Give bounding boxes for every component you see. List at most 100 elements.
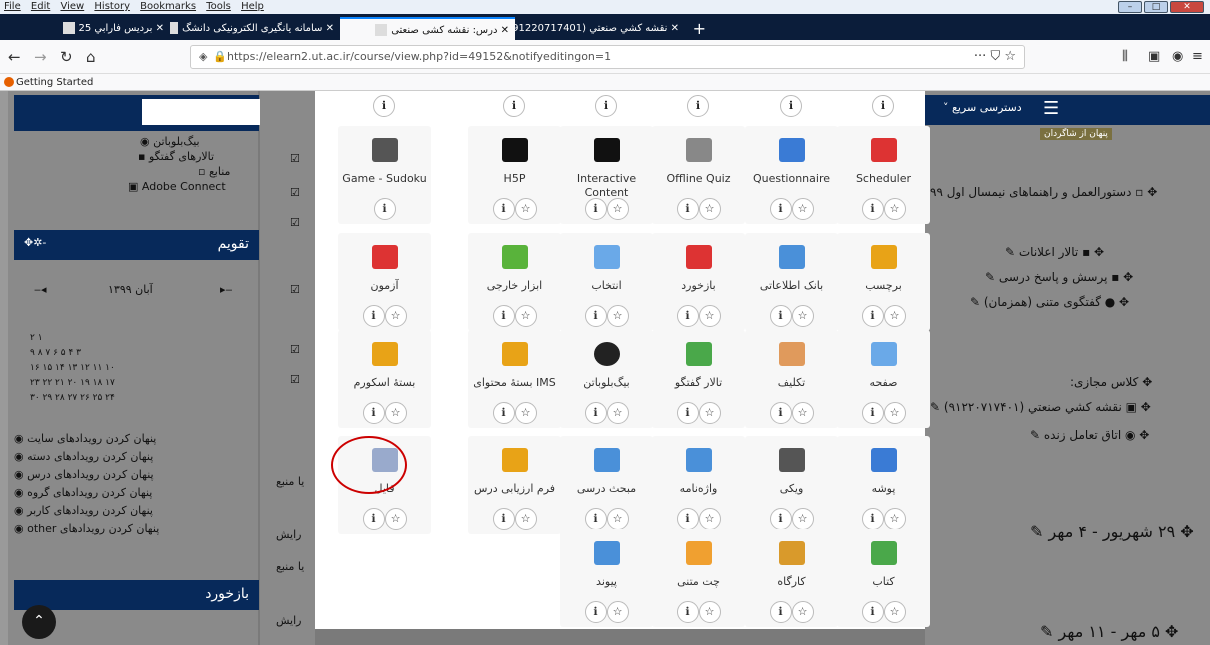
- star-icon[interactable]: ☆: [883, 601, 906, 623]
- add-resource-link[interactable]: یا منبع: [276, 560, 304, 573]
- info-icon[interactable]: ℹ: [373, 198, 396, 220]
- activity-book[interactable]: کتاب ℹ ☆: [837, 529, 930, 627]
- info-icon[interactable]: ℹ: [503, 95, 525, 117]
- tab-0[interactable]: ✕ برديس فارابي 25: [0, 17, 170, 40]
- url-text[interactable]: https://elearn2.ut.ac.ir/course/view.php…: [227, 50, 611, 63]
- checkbox-icon[interactable]: ☑: [290, 186, 300, 199]
- minimize-button[interactable]: –: [1118, 1, 1142, 13]
- info-icon[interactable]: ℹ: [861, 198, 884, 220]
- info-icon[interactable]: ℹ: [492, 198, 515, 220]
- star-icon[interactable]: ☆: [883, 402, 906, 424]
- star-icon[interactable]: ☆: [791, 508, 814, 530]
- info-icon[interactable]: ℹ: [676, 402, 699, 424]
- left-scrollbar[interactable]: [0, 91, 8, 645]
- info-icon[interactable]: ℹ: [584, 601, 607, 623]
- checkbox-icon[interactable]: ☑: [290, 152, 300, 165]
- edit-menu[interactable]: رایش: [276, 528, 301, 541]
- edit-menu[interactable]: رایش: [276, 614, 301, 627]
- close-window-button[interactable]: ✕: [1170, 1, 1204, 13]
- info-icon[interactable]: ℹ: [595, 95, 617, 117]
- star-icon[interactable]: ☆: [698, 601, 721, 623]
- event-filter-other[interactable]: پنهان کردن رویدادهای other ◉: [14, 522, 159, 535]
- activity-database[interactable]: بانک اطلاعاتی ℹ ☆: [745, 233, 838, 331]
- info-icon[interactable]: ℹ: [676, 198, 699, 220]
- activity-scorm[interactable]: بستهٔ اسکورم ℹ ☆: [338, 330, 431, 428]
- course-item-chat[interactable]: ✥ ● گفتگوی متنی (همزمان) ✎: [970, 295, 1129, 309]
- home-icon[interactable]: ⌂: [86, 48, 96, 66]
- info-icon[interactable]: ℹ: [687, 95, 709, 117]
- info-icon[interactable]: ℹ: [362, 402, 385, 424]
- info-icon[interactable]: ℹ: [676, 305, 699, 327]
- info-icon[interactable]: ℹ: [584, 402, 607, 424]
- activity-h5p[interactable]: H5P ℹ ☆: [468, 126, 561, 224]
- tab-3[interactable]: ✕ نقشه کشي صنعتي (91220717401: [515, 17, 685, 40]
- star-icon[interactable]: ☆: [384, 402, 407, 424]
- star-icon[interactable]: ☆: [384, 305, 407, 327]
- info-icon[interactable]: ℹ: [676, 508, 699, 530]
- section-heading-week1[interactable]: ✥ ۲۹ شهریور - ۴ مهر ✎: [1030, 522, 1194, 541]
- menu-tools[interactable]: Tools: [206, 1, 231, 12]
- star-icon[interactable]: ☆: [698, 305, 721, 327]
- sidebar-icon[interactable]: ▣: [1148, 48, 1160, 66]
- activity-glossary[interactable]: واژه‌نامه ℹ ☆: [652, 436, 745, 534]
- event-filter-category[interactable]: پنهان کردن رویدادهای دسته ◉: [14, 450, 153, 463]
- tab-close-icon[interactable]: ✕: [322, 23, 334, 34]
- scroll-to-top-button[interactable]: ⌃: [22, 605, 56, 639]
- star-icon[interactable]: ☆: [791, 198, 814, 220]
- event-filter-site[interactable]: پنهان کردن رویدادهای سایت ◉: [14, 432, 156, 445]
- info-icon[interactable]: ℹ: [584, 305, 607, 327]
- course-item-announcements[interactable]: ✥ ▪ تالار اعلانات ✎: [1005, 245, 1104, 259]
- info-icon[interactable]: ℹ: [872, 95, 894, 117]
- checkbox-icon[interactable]: ☑: [290, 283, 300, 296]
- activity-wiki[interactable]: ویکی ℹ ☆: [745, 436, 838, 534]
- info-icon[interactable]: ℹ: [492, 508, 515, 530]
- star-icon[interactable]: ☆: [606, 305, 629, 327]
- star-icon[interactable]: ☆: [384, 508, 407, 530]
- info-icon[interactable]: ℹ: [492, 305, 515, 327]
- activity-feedback[interactable]: بازخورد ℹ ☆: [652, 233, 745, 331]
- course-item-qa[interactable]: ✥ ▪ پرسش و پاسخ درسی ✎: [985, 270, 1133, 284]
- menu-bookmarks[interactable]: Bookmarks: [140, 1, 196, 12]
- activity-ims[interactable]: بستهٔ محتوای IMS ℹ ☆: [468, 330, 561, 428]
- info-icon[interactable]: ℹ: [584, 198, 607, 220]
- event-filter-group[interactable]: پنهان کردن رویدادهای گروه ◉: [14, 486, 152, 499]
- star-icon[interactable]: ☆: [698, 198, 721, 220]
- back-icon[interactable]: ←: [8, 48, 21, 66]
- activity-page[interactable]: صفحه ℹ ☆: [837, 330, 930, 428]
- maximize-button[interactable]: □: [1144, 1, 1168, 13]
- sidebar-item-forums[interactable]: تالارهای گفتگو ▪: [138, 150, 214, 163]
- star-icon[interactable]: ☆: [698, 402, 721, 424]
- activity-chat[interactable]: چت متنی ℹ ☆: [652, 529, 745, 627]
- menu-view[interactable]: View: [60, 1, 84, 12]
- calendar-next-icon[interactable]: ‒▸: [220, 283, 233, 296]
- activity-lesson[interactable]: مبحث درسی ℹ ☆: [560, 436, 653, 534]
- info-icon[interactable]: ℹ: [769, 305, 792, 327]
- activity-quiz[interactable]: آزمون ℹ ☆: [338, 233, 431, 331]
- checkbox-icon[interactable]: ☑: [290, 343, 300, 356]
- menu-edit[interactable]: Edit: [31, 1, 50, 12]
- star-icon[interactable]: ☆: [883, 305, 906, 327]
- activity-workshop[interactable]: کارگاه ℹ ☆: [745, 529, 838, 627]
- hamburger-icon[interactable]: ☰: [1043, 98, 1059, 119]
- sidebar-item-bigbluebutton[interactable]: بیگ‌بلوباتن ◉: [140, 135, 200, 148]
- info-icon[interactable]: ℹ: [769, 198, 792, 220]
- info-icon[interactable]: ℹ: [780, 95, 802, 117]
- info-icon[interactable]: ℹ: [584, 508, 607, 530]
- course-item-live-room[interactable]: ✥ ◉ اتاق تعامل زنده ✎: [1030, 428, 1149, 442]
- star-icon[interactable]: ☆: [791, 601, 814, 623]
- star-icon[interactable]: ☆: [514, 305, 537, 327]
- star-icon[interactable]: ☆: [606, 198, 629, 220]
- star-icon[interactable]: ☆: [791, 305, 814, 327]
- activity-offline-quiz[interactable]: Offline Quiz ℹ ☆: [652, 126, 745, 224]
- star-icon[interactable]: ☆: [514, 508, 537, 530]
- activity-calendar[interactable]: Scheduler ℹ ☆: [837, 126, 930, 224]
- event-filter-user[interactable]: پنهان کردن رویدادهای کاربر ◉: [14, 504, 153, 517]
- activity-folder[interactable]: پوشه ℹ ☆: [837, 436, 930, 534]
- tab-1[interactable]: ✕ سامانه یانگیری الکترونیکی دانشگ: [170, 17, 340, 40]
- tab-close-icon[interactable]: ✕: [152, 23, 164, 34]
- info-icon[interactable]: ℹ: [769, 601, 792, 623]
- hamburger-menu-icon[interactable]: ≡: [1192, 48, 1203, 66]
- tab-2-active[interactable]: ✕ درس: نقشه کشی صنعتی: [340, 17, 515, 40]
- star-icon[interactable]: ☆: [791, 402, 814, 424]
- account-icon[interactable]: ◉: [1172, 48, 1183, 66]
